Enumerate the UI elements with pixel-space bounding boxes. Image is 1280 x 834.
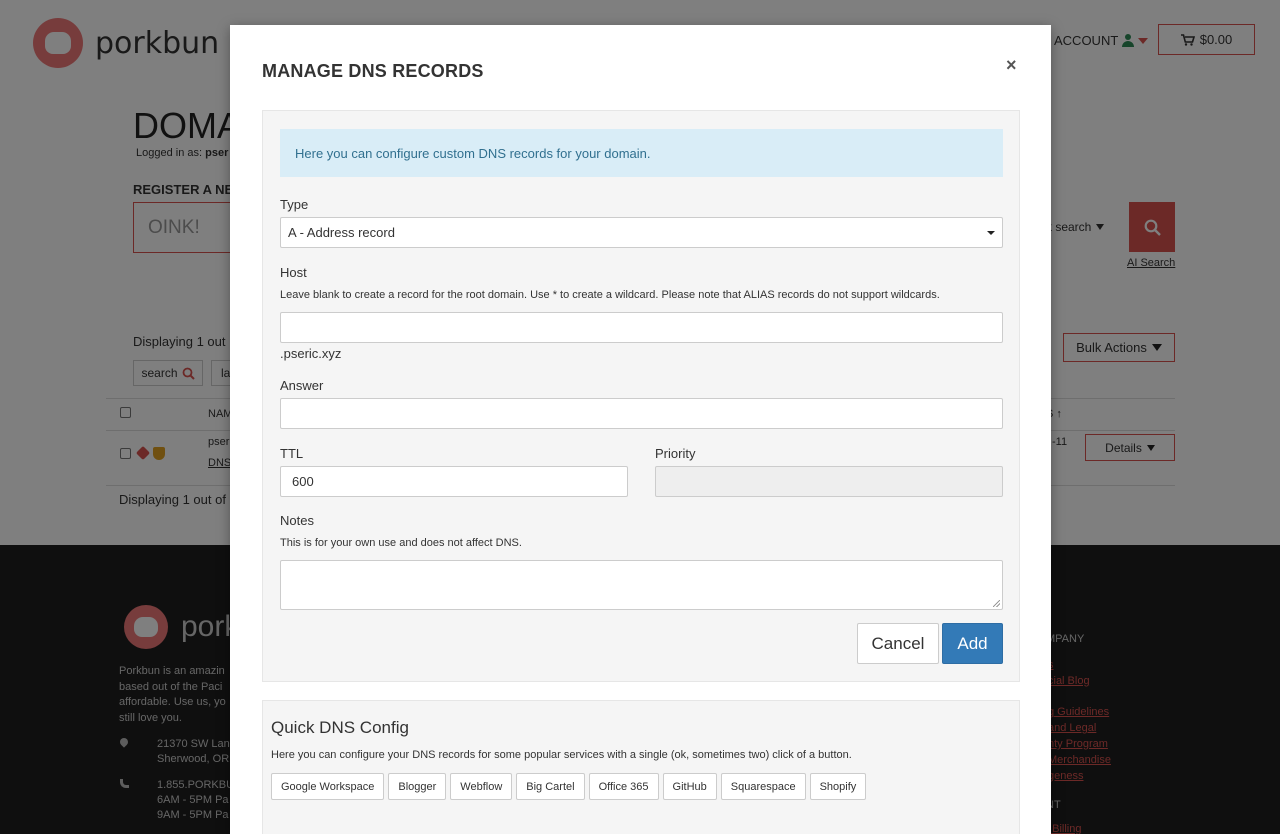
quick-dns-panel: Quick DNS Config Here you can configure … [262,700,1020,834]
host-label: Host [280,265,307,280]
quick-office-365-button[interactable]: Office 365 [588,773,659,800]
quick-shopify-button[interactable]: Shopify [809,773,867,800]
quick-github-button[interactable]: GitHub [662,773,717,800]
type-label: Type [280,197,309,212]
close-icon[interactable]: × [1006,55,1017,76]
notes-help-text: This is for your own use and does not af… [280,537,522,549]
quick-blogger-button[interactable]: Blogger [388,773,447,800]
host-domain-suffix: .pseric.xyz [280,346,342,361]
host-help-text: Leave blank to create a record for the r… [280,289,940,301]
quick-dns-title: Quick DNS Config [271,718,409,737]
chevron-down-icon [987,231,995,235]
add-button[interactable]: Add [942,623,1003,664]
quick-webflow-button[interactable]: Webflow [450,773,513,800]
ttl-label: TTL [280,446,304,461]
quick-squarespace-button[interactable]: Squarespace [720,773,806,800]
answer-input[interactable] [280,398,1003,429]
resize-grip-icon[interactable] [993,600,1000,607]
priority-input [655,466,1003,497]
type-select[interactable]: A - Address record [280,217,1003,248]
ttl-input[interactable]: 600 [280,466,628,497]
host-input[interactable] [280,312,1003,343]
notes-textarea[interactable] [280,560,1003,610]
cancel-button[interactable]: Cancel [857,623,939,664]
modal-title: MANAGE DNS RECORDS [262,61,484,81]
priority-label: Priority [655,446,696,461]
quick-big-cartel-button[interactable]: Big Cartel [516,773,585,800]
dns-records-modal: MANAGE DNS RECORDS × Here you can config… [230,25,1051,834]
quick-google-workspace-button[interactable]: Google Workspace [271,773,385,800]
info-alert: Here you can configure custom DNS record… [280,129,1003,177]
dns-form-panel: Here you can configure custom DNS record… [262,110,1020,682]
notes-label: Notes [280,513,314,528]
quick-dns-description: Here you can configure your DNS records … [271,749,852,761]
answer-label: Answer [280,378,324,393]
quick-dns-buttons: Google Workspace Blogger Webflow Big Car… [271,773,867,800]
type-select-value: A - Address record [288,225,395,240]
